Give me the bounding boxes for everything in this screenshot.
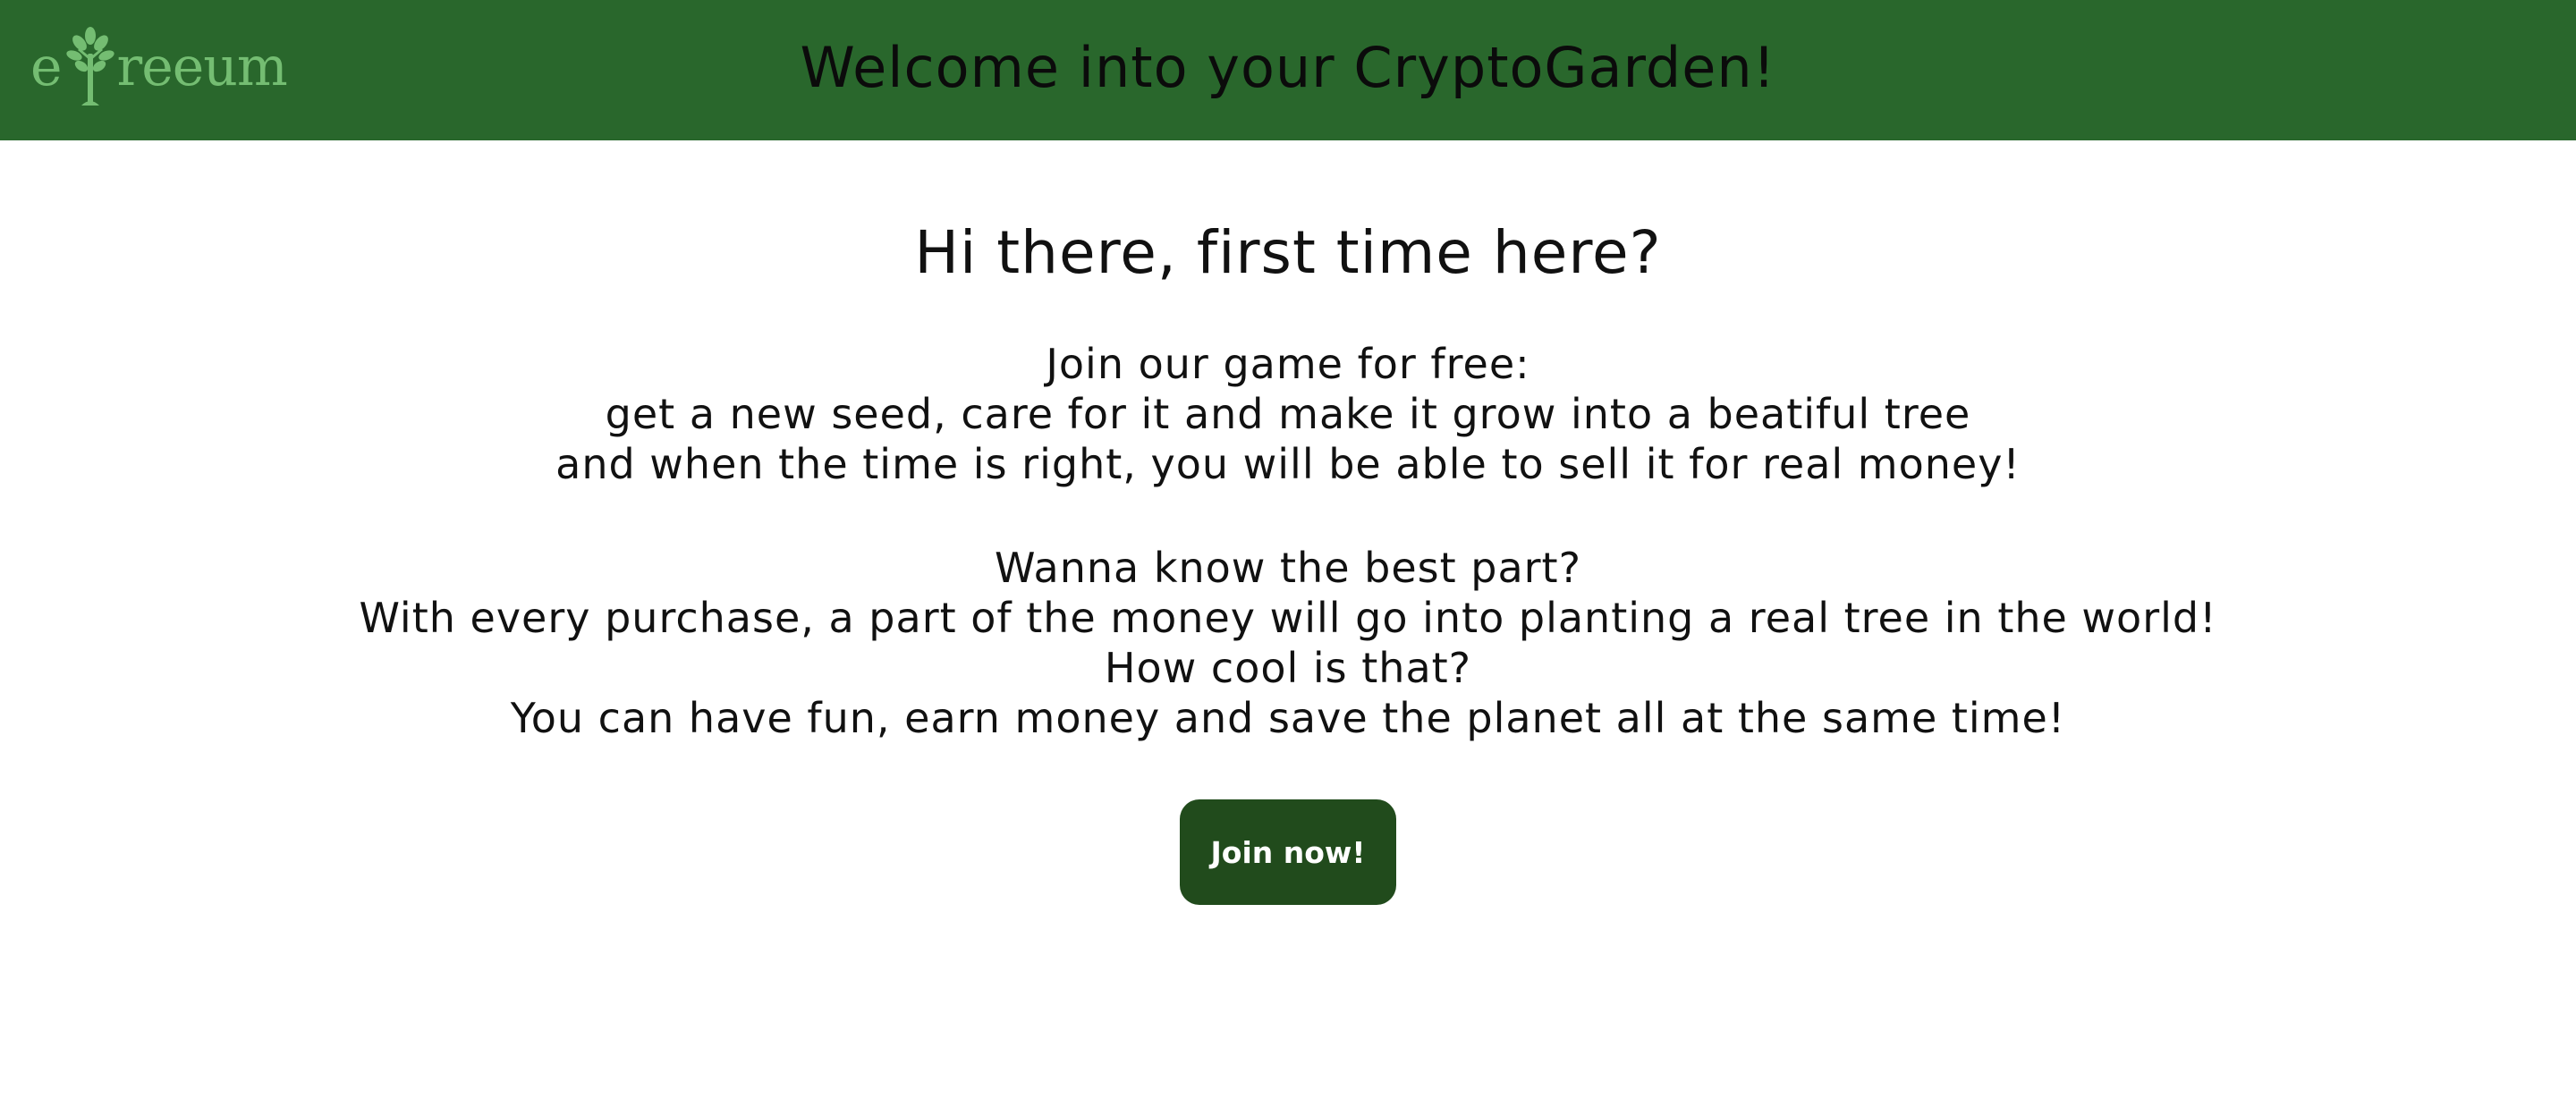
- intro-line: and when the time is right, you will be …: [555, 440, 2021, 488]
- pitch-line: How cool is that?: [1104, 644, 1472, 692]
- pitch-line: With every purchase, a part of the money…: [359, 594, 2217, 642]
- pitch-paragraph: Wanna know the best part? With every pur…: [0, 543, 2576, 743]
- page-heading: Hi there, first time here?: [914, 218, 1662, 287]
- intro-line: Join our game for free:: [1046, 340, 1530, 388]
- pitch-line: You can have fun, earn money and save th…: [510, 694, 2066, 742]
- intro-line: get a new seed, care for it and make it …: [605, 390, 1971, 438]
- pitch-line: Wanna know the best part?: [994, 544, 1582, 592]
- join-now-button[interactable]: Join now!: [1180, 799, 1396, 905]
- intro-paragraph: Join our game for free: get a new seed, …: [0, 339, 2576, 489]
